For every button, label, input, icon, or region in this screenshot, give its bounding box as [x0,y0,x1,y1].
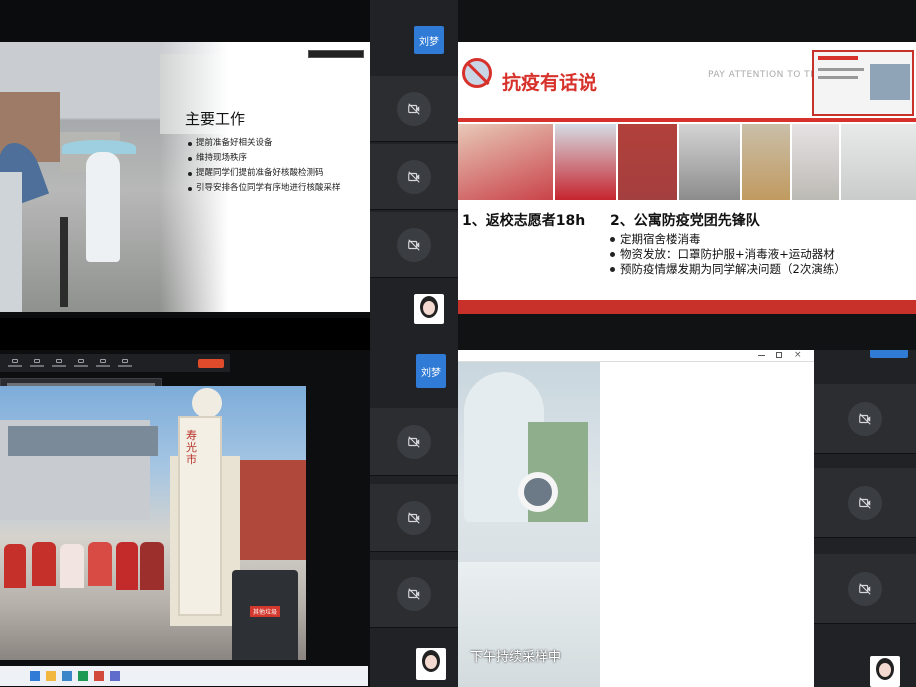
video-bottom-right: × 下午持续采样中 [458,350,814,687]
screen-share-top-right: 抗疫有话说 PAY ATTENTION TO TH 1、返校志愿者18h 2、公… [458,0,916,350]
start-icon[interactable] [30,671,40,681]
meeting-toolbar [0,354,230,372]
minimize-icon[interactable] [758,355,765,356]
slide-watermark: PAY ATTENTION TO TH [708,70,818,80]
bin-label: 其他垃圾 [250,606,281,617]
participant-strip-2: 刘梦 [370,350,458,687]
red-footer-bar [458,300,916,314]
participant-photo[interactable] [414,294,444,324]
red-bar [458,118,916,122]
participant-tile[interactable] [370,144,458,210]
participant-tile[interactable] [814,554,916,624]
end-meeting-button[interactable] [198,358,224,368]
share-icon[interactable] [50,359,68,367]
preview-thumbnail[interactable] [812,50,914,116]
camera-off-icon [397,424,431,459]
participant-avatar-host[interactable]: 刘梦 [416,354,446,388]
taskbar-icon[interactable] [46,671,56,681]
taskbar-icon[interactable] [110,671,120,681]
participant-tile[interactable] [370,76,458,142]
participant-photo[interactable] [870,656,900,687]
camera-off-icon [848,571,882,606]
slide: 主要工作 提前准备好相关设备 维持现场秩序 提醒同学们提前准备好核酸检测码 引导… [0,42,370,312]
camera-off-icon [397,576,431,611]
screen-share-top-left: 主要工作 提前准备好相关设备 维持现场秩序 提醒同学们提前准备好核酸检测码 引导… [0,0,370,318]
participant-avatar-host[interactable]: 刘梦 [414,26,444,54]
slide: 抗疫有话说 PAY ATTENTION TO TH 1、返校志愿者18h 2、公… [458,42,916,314]
participant-strip-1: 刘梦 [370,0,458,350]
list-item: 预防疫情爆发期为同学解决问题（2次演练） [610,262,910,277]
members-icon[interactable] [72,359,90,367]
list-item: 物资发放：口罩防护服+消毒液+运动器材 [610,247,910,262]
chat-icon[interactable] [94,359,112,367]
sign-text: 寿光市 [186,429,197,466]
photo-strip [458,124,916,200]
window-titlebar: × [458,350,814,362]
participant-tile[interactable] [370,212,458,278]
slide-title: 主要工作 [185,110,246,128]
taskbar-icon[interactable] [78,671,88,681]
video-feed: 寿光市 其他垃圾 [0,386,306,660]
camera-off-icon [397,159,431,194]
trash-bin: 其他垃圾 [232,570,298,660]
maximize-icon[interactable] [776,352,782,358]
group-of-people [4,528,164,618]
camera-off-icon [397,500,431,535]
participant-tile[interactable] [370,484,458,552]
heading-2: 2、公寓防疫党团先锋队 [610,213,760,229]
slide-bullets: 提前准备好相关设备 维持现场秩序 提醒同学们提前准备好核酸检测码 引导安排各位同… [188,138,363,198]
list-item: 定期宿舍楼消毒 [610,232,910,247]
bullet-item: 引导安排各位同学有序地进行核酸采样 [188,183,363,194]
no-virus-logo [462,58,492,88]
video-caption: 下午持续采样中 [470,650,562,665]
bullet-item: 提醒同学们提前准备好核酸检测码 [188,168,363,179]
camera-off-icon [848,401,882,436]
camera-off-icon [397,91,431,126]
bullet-item: 提前准备好相关设备 [188,138,363,149]
participant-tile[interactable] [814,468,916,538]
camera-off-icon [397,227,431,262]
participant-tile[interactable] [370,560,458,628]
participant-photo[interactable] [416,648,446,680]
participant-tile[interactable] [370,408,458,476]
participant-avatar[interactable] [870,350,908,358]
screen-share-bottom-left: 暂不 开启 寿光市 其他垃圾 [0,350,370,687]
windows-taskbar [0,666,368,686]
heading-1: 1、返校志愿者18h [462,213,586,229]
sign-board [178,416,222,616]
record-icon[interactable] [116,359,134,367]
video-icon[interactable] [28,359,46,367]
camera-off-icon [848,485,882,520]
taskbar-icon[interactable] [94,671,104,681]
mini-window[interactable] [308,50,364,58]
participant-tile[interactable] [814,384,916,454]
bullet-item: 维持现场秩序 [188,153,363,164]
video-feed [458,362,600,687]
participant-strip-3 [814,350,916,687]
close-icon[interactable]: × [794,350,802,360]
mic-icon[interactable] [6,359,24,367]
item-list: 定期宿舍楼消毒 物资发放：口罩防护服+消毒液+运动器材 预防疫情爆发期为同学解决… [610,232,910,277]
slide-title: 抗疫有话说 [502,72,598,94]
taskbar-icon[interactable] [62,671,72,681]
